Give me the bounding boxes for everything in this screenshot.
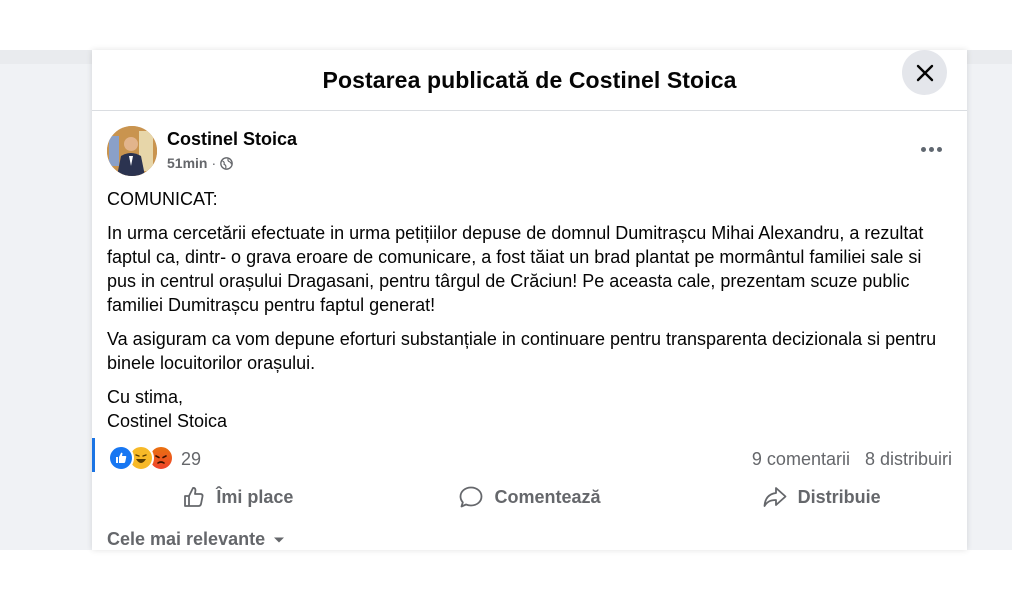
caret-down-icon <box>274 537 285 542</box>
comment-button[interactable]: Comentează <box>384 475 676 519</box>
post-text: COMUNICAT: In urma cercetării efectuate … <box>107 187 952 443</box>
post-paragraph: Cu stima, Costinel Stoica <box>107 387 228 431</box>
post-paragraph: In urma cercetării efectuate in urma pet… <box>107 223 924 315</box>
like-button-label: Îmi place <box>216 486 294 507</box>
shares-count-link[interactable]: 8 distribuiri <box>865 449 952 470</box>
post-stats: 9 comentarii 8 distribuiri <box>752 449 952 470</box>
meta-separator: · <box>211 155 217 171</box>
reaction-count[interactable]: 29 <box>181 449 201 470</box>
comment-bubble-icon <box>460 486 483 508</box>
modal-title: Postarea publicată de Costinel Stoica <box>322 66 737 93</box>
more-dot <box>936 146 942 152</box>
post-actions: Îmi place Comentează Distribuie <box>92 475 967 519</box>
comments-count-link[interactable]: 9 comentarii <box>752 449 850 470</box>
share-arrow-icon <box>763 487 787 507</box>
author-avatar[interactable] <box>107 126 157 176</box>
post-timestamp[interactable]: 51min <box>167 155 207 171</box>
comment-button-label: Comentează <box>494 486 601 507</box>
more-dot <box>920 146 926 152</box>
close-icon <box>916 64 933 81</box>
like-reaction-icon <box>108 445 134 471</box>
like-button[interactable]: Îmi place <box>92 475 384 519</box>
avatar-photo <box>107 126 157 176</box>
post-modal: Postarea publicată de Costinel Stoica Co… <box>92 50 967 550</box>
post-paragraph: Va asiguram ca vom depune eforturi subst… <box>107 329 937 373</box>
post-paragraph: COMUNICAT: <box>107 189 218 209</box>
more-options-button[interactable] <box>913 136 949 162</box>
share-button-label: Distribuie <box>797 486 881 507</box>
comments-sort-label: Cele mai relevante <box>107 529 266 549</box>
thumbs-up-icon <box>184 487 204 507</box>
comments-sort-dropdown[interactable]: Cele mai relevante <box>107 529 285 550</box>
more-dot <box>928 146 934 152</box>
modal-header: Postarea publicată de Costinel Stoica <box>92 50 967 111</box>
share-button[interactable]: Distribuie <box>675 475 967 519</box>
post-meta: 51min · <box>167 155 233 171</box>
close-button[interactable] <box>902 50 947 95</box>
reaction-icons[interactable] <box>108 445 178 471</box>
focus-indicator <box>92 438 95 472</box>
globe-icon[interactable] <box>220 156 233 170</box>
author-name[interactable]: Costinel Stoica <box>167 129 297 150</box>
